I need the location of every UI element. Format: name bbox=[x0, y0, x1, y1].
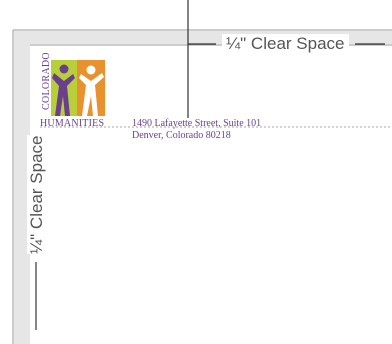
logo-white-figure-head bbox=[86, 65, 96, 75]
address-line-2: Denver, Colorado 80218 bbox=[132, 130, 231, 141]
clear-space-top-label: ¼" Clear Space bbox=[222, 34, 349, 54]
wordmark-colorado: COLORADO bbox=[41, 52, 52, 110]
logo-purple-figure-head bbox=[59, 64, 69, 74]
address-line-1: 1490 Lafayette Street, Suite 101 bbox=[132, 118, 262, 129]
wordmark-humanities: HUMANITIES bbox=[40, 118, 105, 129]
clear-space-diagram: COLORADO HUMANITIES 1490 Lafayette Stree… bbox=[0, 0, 392, 344]
clear-space-left-label: ¼" Clear Space bbox=[27, 135, 47, 254]
